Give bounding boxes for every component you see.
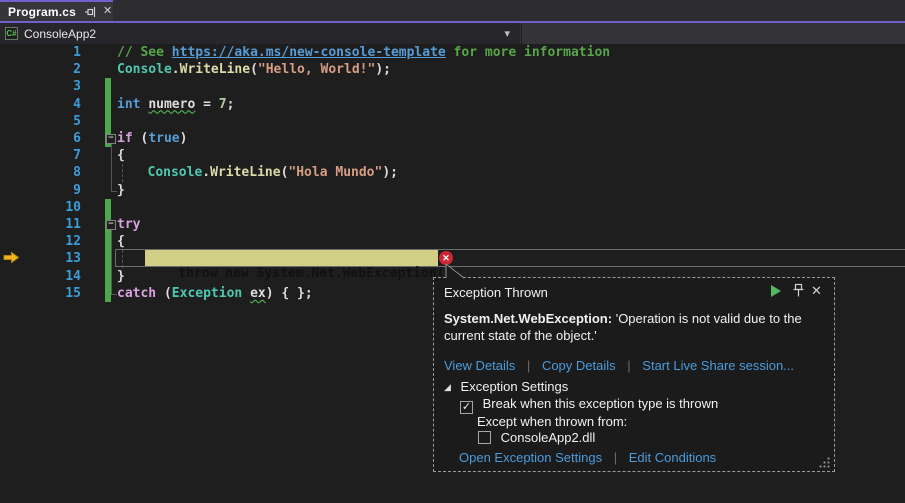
line-number: 7 [0,147,81,164]
break-checkbox[interactable]: ✓ [460,401,473,414]
except-from-label: Except when thrown from: [477,414,627,429]
project-dropdown[interactable]: C# ConsoleApp2 ▾ [0,23,520,44]
dll-checkbox-label: ConsoleApp2.dll [501,430,596,445]
tab-program-cs[interactable]: Program.cs ✕ [0,0,113,21]
change-bar [105,199,111,216]
resize-grip[interactable] [818,457,831,469]
tab-title: Program.cs [8,5,76,19]
view-details-link[interactable]: View Details [444,358,515,373]
line-number: 12 [0,233,81,250]
edit-conditions-link[interactable]: Edit Conditions [629,450,716,465]
popup-footer-links: Open Exception Settings | Edit Condition… [459,450,716,465]
code-line[interactable]: } [117,268,125,285]
separator: | [606,450,625,465]
line-number: 8 [0,164,81,181]
line-number: 5 [0,113,81,130]
line-number: 2 [0,61,81,78]
separator: | [519,358,538,373]
pin-icon[interactable] [792,283,805,298]
code-line[interactable]: } [117,182,125,199]
member-dropdown[interactable] [521,23,905,44]
change-bar [105,96,111,113]
pin-icon[interactable] [84,6,96,18]
line-number: 15 [0,285,81,302]
code-line[interactable]: if (true) [117,130,187,147]
block-outline-guide [111,191,117,192]
code-line[interactable]: try [117,216,140,233]
break-checkbox-label: Break when this exception type is thrown [483,396,719,411]
close-icon[interactable]: ✕ [811,283,822,299]
exception-statement-text: throw new System.Net.WebException(); [178,266,460,281]
vs-editor-window: Program.cs ✕ C# ConsoleApp2 ▾ 1 // See ht… [0,0,905,503]
change-bar [105,113,111,130]
line-number: 6 [0,130,81,147]
continue-icon[interactable] [770,284,782,298]
block-outline-guide [111,230,112,294]
popup-links: View Details | Copy Details | Start Live… [444,358,794,373]
line-number: 10 [0,199,81,216]
exception-settings-header[interactable]: ◢ Exception Settings [444,379,568,394]
code-line[interactable]: // See https://aka.ms/new-console-templa… [117,44,610,61]
tab-bar: Program.cs ✕ [0,0,905,23]
exception-message: System.Net.WebException: 'Operation is n… [444,310,822,344]
block-outline-guide [111,294,117,295]
expander-icon[interactable]: ◢ [444,382,451,392]
code-line[interactable]: { [117,233,125,250]
exception-settings-label: Exception Settings [461,379,569,394]
chevron-down-icon[interactable]: ▾ [504,27,510,40]
project-name: ConsoleApp2 [24,27,96,41]
code-line[interactable]: Console.WriteLine("Hello, World!"); [117,61,391,78]
exception-highlight[interactable]: throw new System.Net.WebException(); [145,250,438,266]
line-number: 14 [0,268,81,285]
line-number: 3 [0,78,81,95]
navigation-bar: C# ConsoleApp2 ▾ [0,23,905,44]
open-exception-settings-link[interactable]: Open Exception Settings [459,450,602,465]
line-number: 1 [0,44,81,61]
break-checkbox-row: ✓ Break when this exception type is thro… [460,396,718,414]
close-icon[interactable]: ✕ [103,6,112,17]
code-line[interactable]: Console.WriteLine("Hola Mundo"); [148,164,398,181]
exception-type: System.Net.WebException: [444,311,612,326]
block-outline-guide [111,144,112,191]
csharp-project-icon: C# [5,27,18,40]
line-number: 4 [0,96,81,113]
callout-pointer [437,263,467,279]
code-line[interactable]: int numero = 7; [117,96,234,113]
copy-details-link[interactable]: Copy Details [542,358,616,373]
current-statement-arrow-icon [3,251,20,264]
dll-checkbox[interactable] [478,431,491,444]
line-number: 9 [0,182,81,199]
exception-popup: Exception Thrown ✕ System.Net.WebExcepti… [433,277,835,472]
separator: | [619,358,638,373]
dll-checkbox-row: ConsoleApp2.dll [478,430,595,445]
checkmark-icon: ✓ [462,401,471,413]
fold-toggle-icon[interactable]: − [106,220,116,230]
change-bar [105,78,111,95]
line-number: 11 [0,216,81,233]
indent-guide [122,164,123,181]
code-line[interactable]: { [117,147,125,164]
popup-title: Exception Thrown [444,285,548,300]
start-live-share-link[interactable]: Start Live Share session... [642,358,794,373]
fold-toggle-icon[interactable]: − [106,134,116,144]
